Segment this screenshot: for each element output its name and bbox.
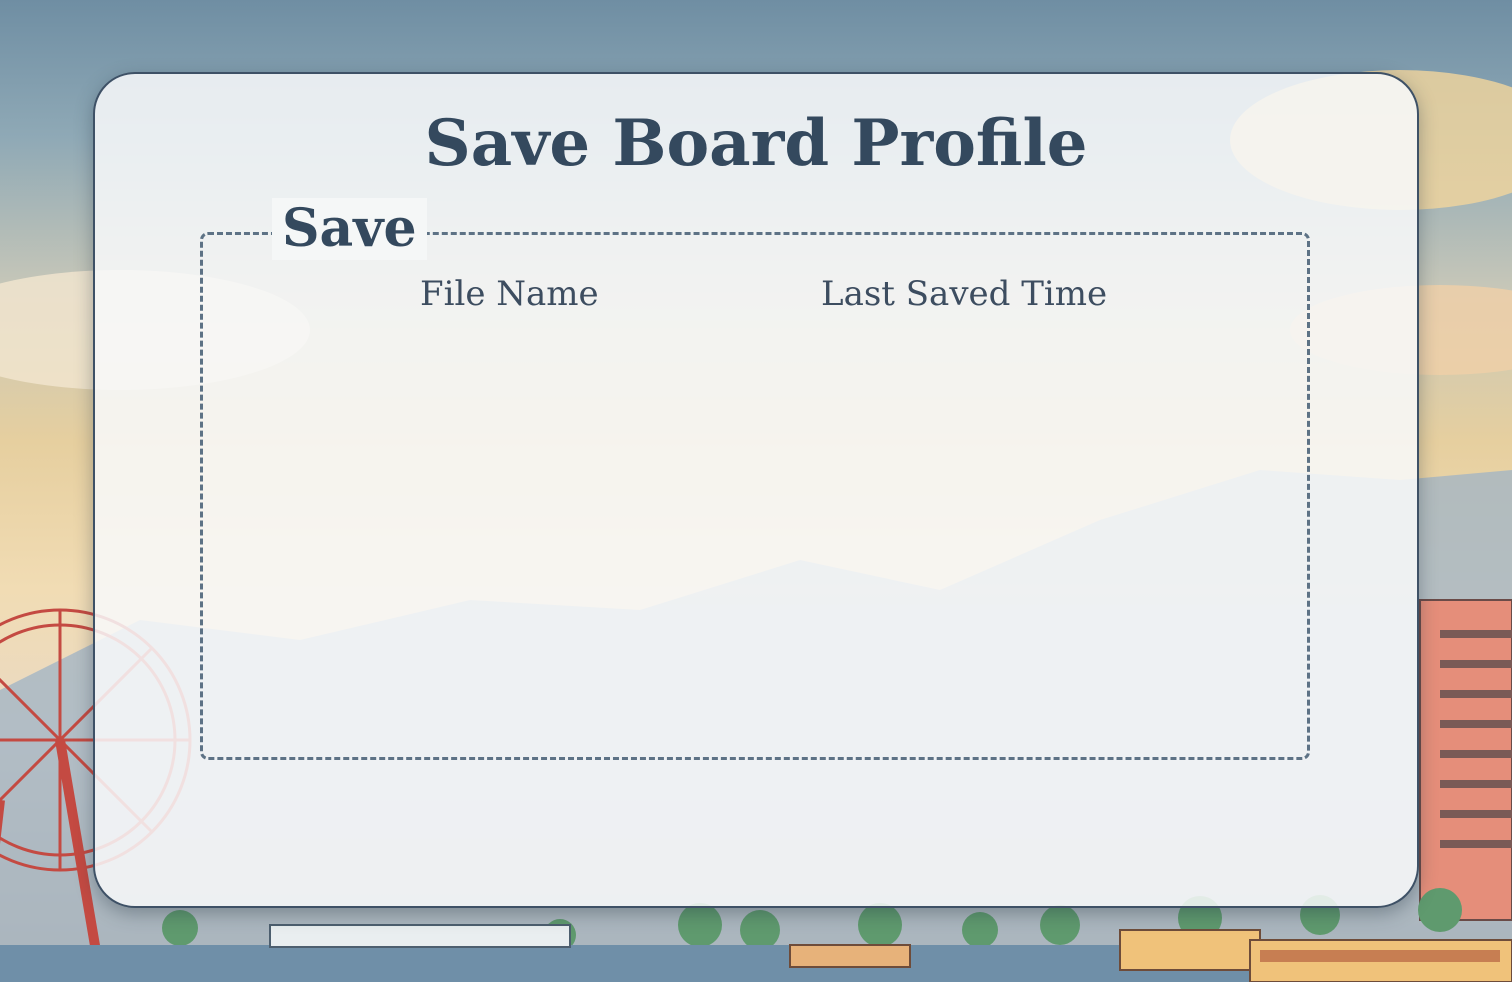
column-header-file-name: File Name [420, 274, 599, 314]
save-section-legend: Save [272, 198, 427, 260]
column-header-last-saved-time: Last Saved Time [821, 274, 1108, 314]
save-file-list [200, 232, 1310, 760]
dialog-title: Save Board Profile [424, 106, 1088, 181]
